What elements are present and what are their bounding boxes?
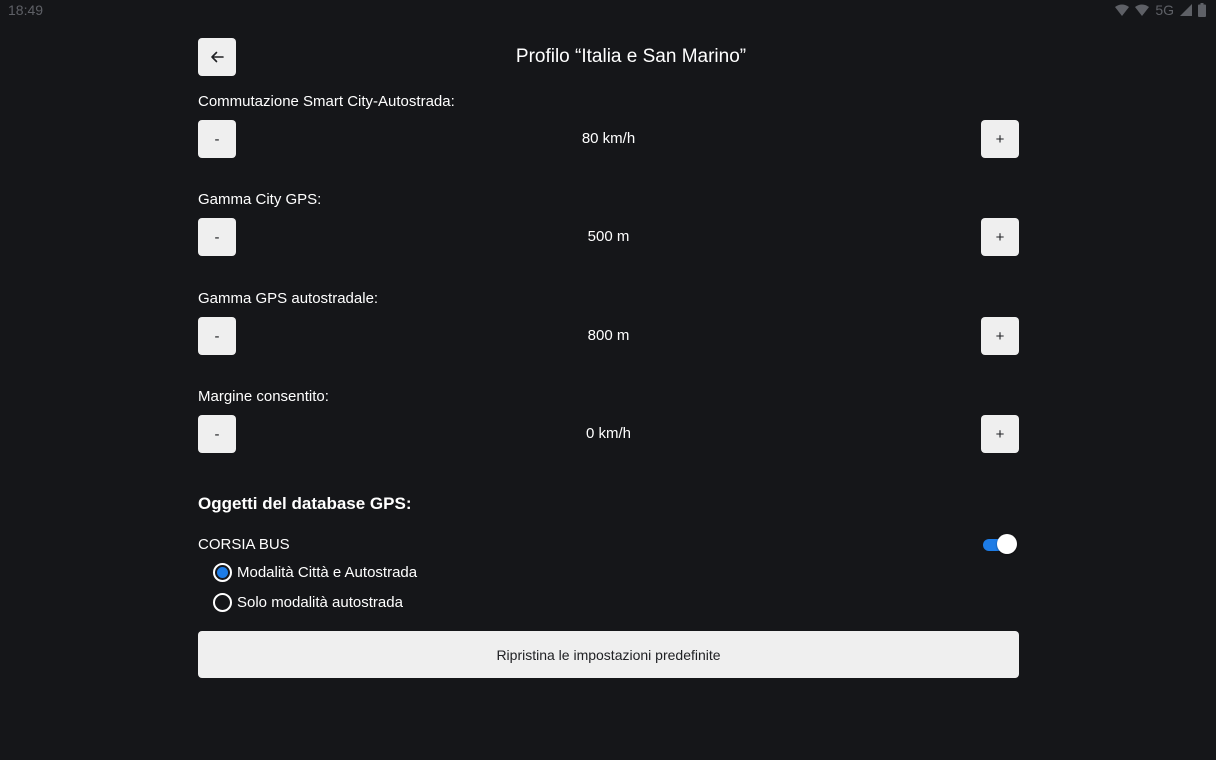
status-icons: 5G <box>1115 2 1206 18</box>
value-stepper: 0 km/h - + <box>198 415 1019 453</box>
decrease-button[interactable]: - <box>198 317 236 355</box>
radio-button-checked[interactable] <box>213 562 232 582</box>
setting-allowed-margin: Margine consentito: 0 km/h - + <box>198 387 1019 453</box>
value-stepper: 500 m - + <box>198 218 1019 256</box>
status-time: 18:49 <box>8 2 44 18</box>
header: Profilo “Italia e San Marino” <box>198 38 1019 76</box>
setting-label: Commutazione Smart City-Autostrada: <box>198 93 455 110</box>
bus-lane-row: CORSIA BUS <box>198 534 1019 556</box>
page-title: Profilo “Italia e San Marino” <box>515 46 747 67</box>
settings-panel: Profilo “Italia e San Marino” Commutazio… <box>198 38 1019 678</box>
status-bar: 18:49 5G <box>0 0 1216 20</box>
value-stepper: 800 m - + <box>198 317 1019 355</box>
setting-label: Gamma GPS autostradale: <box>198 290 379 307</box>
toggle-thumb <box>997 534 1017 554</box>
increase-button[interactable]: + <box>981 415 1019 453</box>
radio-city-highway[interactable]: Modalità Città e Autostrada <box>213 561 417 583</box>
increase-button[interactable]: + <box>981 120 1019 158</box>
decrease-button[interactable]: - <box>198 218 236 256</box>
setting-label: Margine consentito: <box>198 388 329 405</box>
bus-lane-label: CORSIA BUS <box>198 536 290 553</box>
radio-dot <box>217 566 228 578</box>
network-type: 5G <box>1155 2 1174 18</box>
setting-smart-city-switch: Commutazione Smart City-Autostrada: 80 k… <box>198 92 1019 158</box>
setting-value: 500 m <box>587 228 630 245</box>
signal-icon <box>1180 4 1192 16</box>
setting-value: 0 km/h <box>585 425 631 442</box>
radio-label: Solo modalità autostrada <box>237 593 403 611</box>
setting-value: 80 km/h <box>581 130 636 147</box>
setting-label: Gamma City GPS: <box>198 191 322 208</box>
screen: 18:49 5G Profilo “Italia e San Marino” C… <box>0 0 1216 760</box>
increase-button[interactable]: + <box>981 317 1019 355</box>
decrease-button[interactable]: - <box>198 415 236 453</box>
radio-button-unchecked[interactable] <box>213 592 232 612</box>
decrease-button[interactable]: - <box>198 120 236 158</box>
setting-highway-gps-range: Gamma GPS autostradale: 800 m - + <box>198 289 1019 355</box>
wifi-icon <box>1115 4 1130 16</box>
value-stepper: 80 km/h - + <box>198 120 1019 158</box>
radio-highway-only[interactable]: Solo modalità autostrada <box>213 591 403 613</box>
battery-icon <box>1198 3 1206 17</box>
radio-label: Modalità Città e Autostrada <box>237 563 418 581</box>
setting-value: 800 m <box>587 327 630 344</box>
bus-lane-toggle[interactable] <box>983 534 1017 554</box>
section-title: Oggetti del database GPS: <box>198 494 412 513</box>
increase-button[interactable]: + <box>981 218 1019 256</box>
setting-city-gps-range: Gamma City GPS: 500 m - + <box>198 190 1019 256</box>
wifi-icon <box>1135 4 1150 16</box>
reset-defaults-button[interactable]: Ripristina le impostazioni predefinite <box>198 631 1019 678</box>
